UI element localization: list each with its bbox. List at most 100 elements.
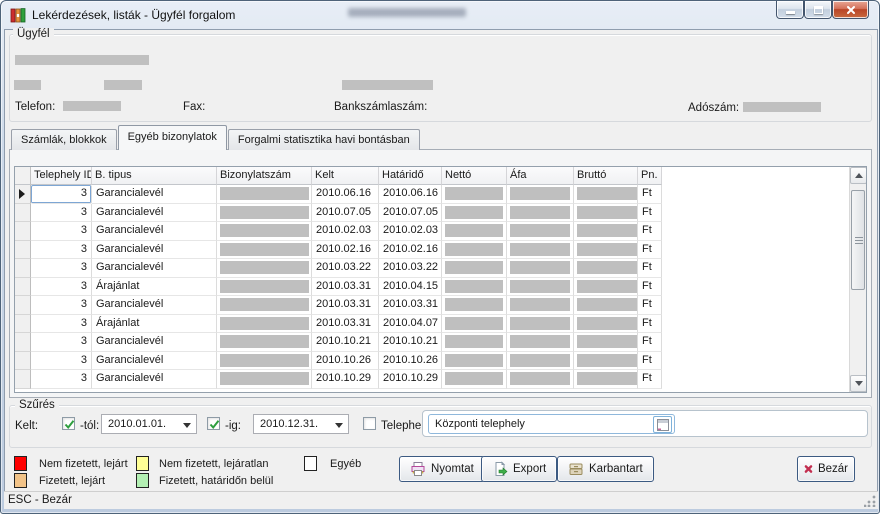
table-cell[interactable]: 2010.02.03 (312, 222, 379, 241)
table-cell[interactable]: 3 (31, 352, 92, 371)
close-button[interactable] (832, 1, 869, 19)
table-cell[interactable]: Ft (638, 185, 662, 204)
table-cell[interactable]: 2010.06.16 (379, 185, 442, 204)
table-cell[interactable]: 2010.10.29 (379, 370, 442, 389)
table-cell[interactable]: Garancialevél (92, 370, 217, 389)
table-cell[interactable]: Árajánlat (92, 278, 217, 297)
table-cell[interactable] (442, 333, 507, 352)
table-cell[interactable]: 2010.10.21 (379, 333, 442, 352)
table-row[interactable]: 3Garancialevél2010.10.212010.10.21Ft (15, 333, 866, 352)
table-cell[interactable] (217, 204, 312, 223)
site-checkbox[interactable] (363, 417, 376, 430)
table-row[interactable]: 3Garancialevél 2010.10.262010.10.26 Ft (15, 352, 866, 371)
row-selector[interactable] (15, 259, 31, 278)
table-cell[interactable] (574, 315, 638, 334)
column-header[interactable]: Pn. (638, 167, 662, 185)
row-selector[interactable] (15, 241, 31, 260)
table-cell[interactable] (507, 259, 574, 278)
table-cell[interactable]: 3 (31, 259, 92, 278)
row-selector[interactable] (15, 204, 31, 223)
table-cell[interactable] (574, 333, 638, 352)
table-cell[interactable]: 3 (31, 222, 92, 241)
row-selector[interactable] (15, 315, 31, 334)
table-cell[interactable]: 3 (31, 278, 92, 297)
table-cell[interactable] (574, 185, 638, 204)
site-picker-button[interactable] (653, 416, 672, 433)
column-header[interactable]: B. tipus (92, 167, 217, 185)
table-cell[interactable] (217, 315, 312, 334)
table-cell[interactable] (507, 185, 574, 204)
table-cell[interactable] (507, 241, 574, 260)
table-row[interactable]: 3Garancialevél2010.07.052010.07.05Ft (15, 204, 866, 223)
table-row[interactable]: 3Garancialevél2010.02.032010.02.03Ft (15, 222, 866, 241)
table-cell[interactable]: Ft (638, 241, 662, 260)
table-cell[interactable] (574, 370, 638, 389)
table-cell[interactable]: 2010.03.31 (379, 296, 442, 315)
table-cell[interactable] (574, 222, 638, 241)
table-cell[interactable] (507, 278, 574, 297)
table-cell[interactable]: Ft (638, 352, 662, 371)
table-cell[interactable]: Ft (638, 315, 662, 334)
print-button[interactable]: Nyomtat (399, 456, 485, 482)
column-header[interactable]: Határidő (379, 167, 442, 185)
table-cell[interactable]: 2010.04.15 (379, 278, 442, 297)
table-cell[interactable] (574, 259, 638, 278)
table-cell[interactable] (574, 204, 638, 223)
table-cell[interactable] (507, 222, 574, 241)
close-form-button[interactable]: Bezár (797, 456, 855, 482)
table-row[interactable]: 3Garancialevél2010.03.312010.03.31Ft (15, 296, 866, 315)
export-button[interactable]: Export (481, 456, 557, 482)
table-cell[interactable]: 2010.10.29 (312, 370, 379, 389)
row-selector[interactable] (15, 370, 31, 389)
table-cell[interactable] (217, 259, 312, 278)
resize-grip[interactable] (864, 495, 876, 507)
table-cell[interactable]: 2010.10.26 (312, 352, 379, 371)
column-header[interactable]: Kelt (312, 167, 379, 185)
row-selector[interactable] (15, 352, 31, 371)
table-cell[interactable]: 2010.07.05 (312, 204, 379, 223)
date-from-dropdown[interactable]: 2010.01.01. (101, 414, 197, 434)
table-cell[interactable] (217, 333, 312, 352)
table-cell[interactable]: 2010.02.16 (379, 241, 442, 260)
table-cell[interactable]: Garancialevél (92, 352, 217, 371)
table-cell[interactable] (442, 185, 507, 204)
table-cell[interactable] (442, 222, 507, 241)
table-cell[interactable]: 2010.02.03 (379, 222, 442, 241)
column-header[interactable]: Nettó (442, 167, 507, 185)
table-cell[interactable]: Garancialevél (92, 185, 217, 204)
table-cell[interactable]: Garancialevél (92, 241, 217, 260)
table-cell[interactable]: 2010.03.31 (312, 315, 379, 334)
table-cell[interactable]: 2010.07.05 (379, 204, 442, 223)
table-cell[interactable]: 2010.03.31 (312, 296, 379, 315)
table-cell[interactable]: Garancialevél (92, 333, 217, 352)
table-cell[interactable]: Árajánlat (92, 315, 217, 334)
table-cell[interactable] (442, 204, 507, 223)
tab-1[interactable]: Számlák, blokkok (11, 129, 117, 150)
table-cell[interactable]: 2010.10.26 (379, 352, 442, 371)
table-cell[interactable]: Ft (638, 333, 662, 352)
table-row[interactable]: 3Árajánlat2010.03.312010.04.07Ft (15, 315, 866, 334)
table-cell[interactable] (574, 241, 638, 260)
table-cell[interactable] (442, 296, 507, 315)
table-cell[interactable]: 2010.03.22 (312, 259, 379, 278)
table-cell[interactable] (507, 296, 574, 315)
table-cell[interactable]: 3 (31, 296, 92, 315)
table-cell[interactable]: Garancialevél (92, 296, 217, 315)
table-row[interactable]: 3Garancialevél2010.10.292010.10.29Ft (15, 370, 866, 389)
table-cell[interactable]: 3 (31, 204, 92, 223)
table-cell[interactable] (507, 370, 574, 389)
column-header[interactable]: Bruttó (574, 167, 638, 185)
table-cell[interactable] (507, 352, 574, 371)
table-cell[interactable] (217, 278, 312, 297)
table-cell[interactable]: Ft (638, 278, 662, 297)
column-header[interactable]: Telephely ID (31, 167, 92, 185)
table-cell[interactable]: 3 (31, 315, 92, 334)
table-cell[interactable] (217, 296, 312, 315)
table-cell[interactable] (574, 352, 638, 371)
table-cell[interactable]: 2010.03.31 (312, 278, 379, 297)
table-cell[interactable] (442, 278, 507, 297)
table-cell[interactable]: 3 (31, 333, 92, 352)
scrollbar-thumb[interactable] (851, 190, 865, 290)
table-cell[interactable]: Garancialevél (92, 259, 217, 278)
tab-3[interactable]: Forgalmi statisztika havi bontásban (228, 129, 420, 150)
